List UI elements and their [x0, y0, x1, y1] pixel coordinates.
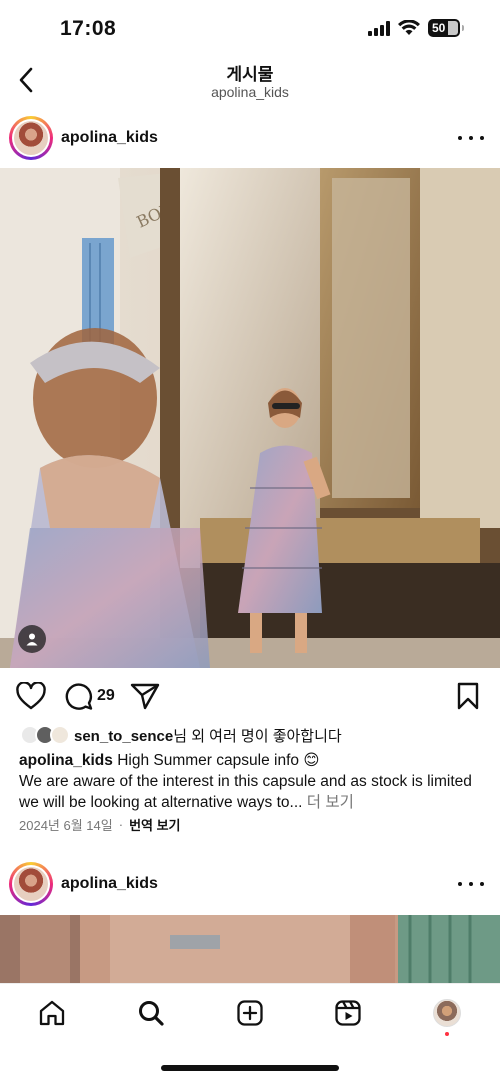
comment-icon [65, 683, 93, 710]
send-icon [130, 683, 160, 710]
post-header: apolina_kids [0, 854, 500, 914]
likes-summary[interactable]: sen_to_sence님 외 여러 명이 좋아합니다 [20, 724, 342, 746]
bookmark-icon [457, 682, 479, 710]
tab-home[interactable] [36, 997, 68, 1029]
tab-create[interactable] [234, 997, 266, 1029]
share-button[interactable] [130, 680, 160, 712]
liker-username[interactable]: sen_to_sence [74, 728, 173, 745]
page-title: 게시물 [226, 65, 274, 84]
page-subtitle: apolina_kids [211, 84, 289, 100]
more-options-button[interactable] [458, 128, 484, 148]
battery-level: 50 [432, 21, 446, 35]
post-caption: apolina_kids High Summer capsule info 😊 … [19, 750, 484, 813]
search-icon [139, 1001, 164, 1026]
reels-icon [335, 1000, 361, 1026]
notification-dot [445, 1032, 449, 1036]
status-time: 17:08 [60, 17, 117, 40]
post-date: 2024년 6월 14일 [19, 818, 113, 833]
post-header: apolina_kids [0, 108, 500, 168]
caption-more-link[interactable]: 더 보기 [307, 794, 354, 811]
likes-text: sen_to_sence님 외 여러 명이 좋아합니다 [74, 725, 342, 746]
comment-count: 29 [97, 687, 115, 704]
caption-username[interactable]: apolina_kids [19, 752, 113, 769]
comment-button[interactable]: 29 [63, 680, 115, 712]
post-username[interactable]: apolina_kids [61, 129, 158, 147]
tab-bar [0, 983, 500, 1080]
post-photo: BOULANG [0, 168, 500, 668]
battery-indicator: 50 [428, 19, 464, 37]
post-photo [0, 915, 500, 983]
status-indicators: 50 [368, 19, 464, 37]
profile-avatar [433, 999, 461, 1027]
tab-profile[interactable] [431, 997, 463, 1029]
cellular-signal-icon [368, 20, 390, 36]
caption-headline: High Summer capsule info 😊 [117, 752, 320, 769]
nav-header: 게시물 apolina_kids [0, 58, 500, 106]
liker-avatars [20, 725, 74, 745]
post-username[interactable]: apolina_kids [61, 875, 158, 893]
avatar[interactable] [9, 862, 53, 906]
avatar[interactable] [9, 116, 53, 160]
tagged-users-button[interactable] [18, 625, 46, 653]
create-icon [237, 1000, 263, 1026]
post-image[interactable] [0, 915, 500, 983]
home-indicator[interactable] [161, 1065, 339, 1071]
more-options-button[interactable] [458, 874, 484, 894]
save-button[interactable] [456, 680, 480, 712]
home-icon [39, 1000, 65, 1026]
translate-link[interactable]: 번역 보기 [129, 815, 180, 834]
meta-separator: · [118, 817, 124, 832]
tab-search[interactable] [135, 997, 167, 1029]
heart-icon [16, 682, 46, 710]
person-icon [26, 633, 38, 646]
liker-avatar [50, 725, 70, 745]
caption-body: We are aware of the interest in this cap… [19, 773, 472, 811]
post-meta: 2024년 6월 14일 · 번역 보기 [19, 815, 181, 834]
wifi-icon [398, 20, 420, 35]
like-button[interactable] [16, 680, 46, 712]
post-actions: 29 [0, 680, 500, 716]
post-image[interactable]: BOULANG [0, 168, 500, 668]
status-bar: 17:08 50 [0, 0, 500, 58]
tab-reels[interactable] [332, 997, 364, 1029]
likes-suffix: 님 외 여러 명이 좋아합니다 [173, 727, 342, 745]
